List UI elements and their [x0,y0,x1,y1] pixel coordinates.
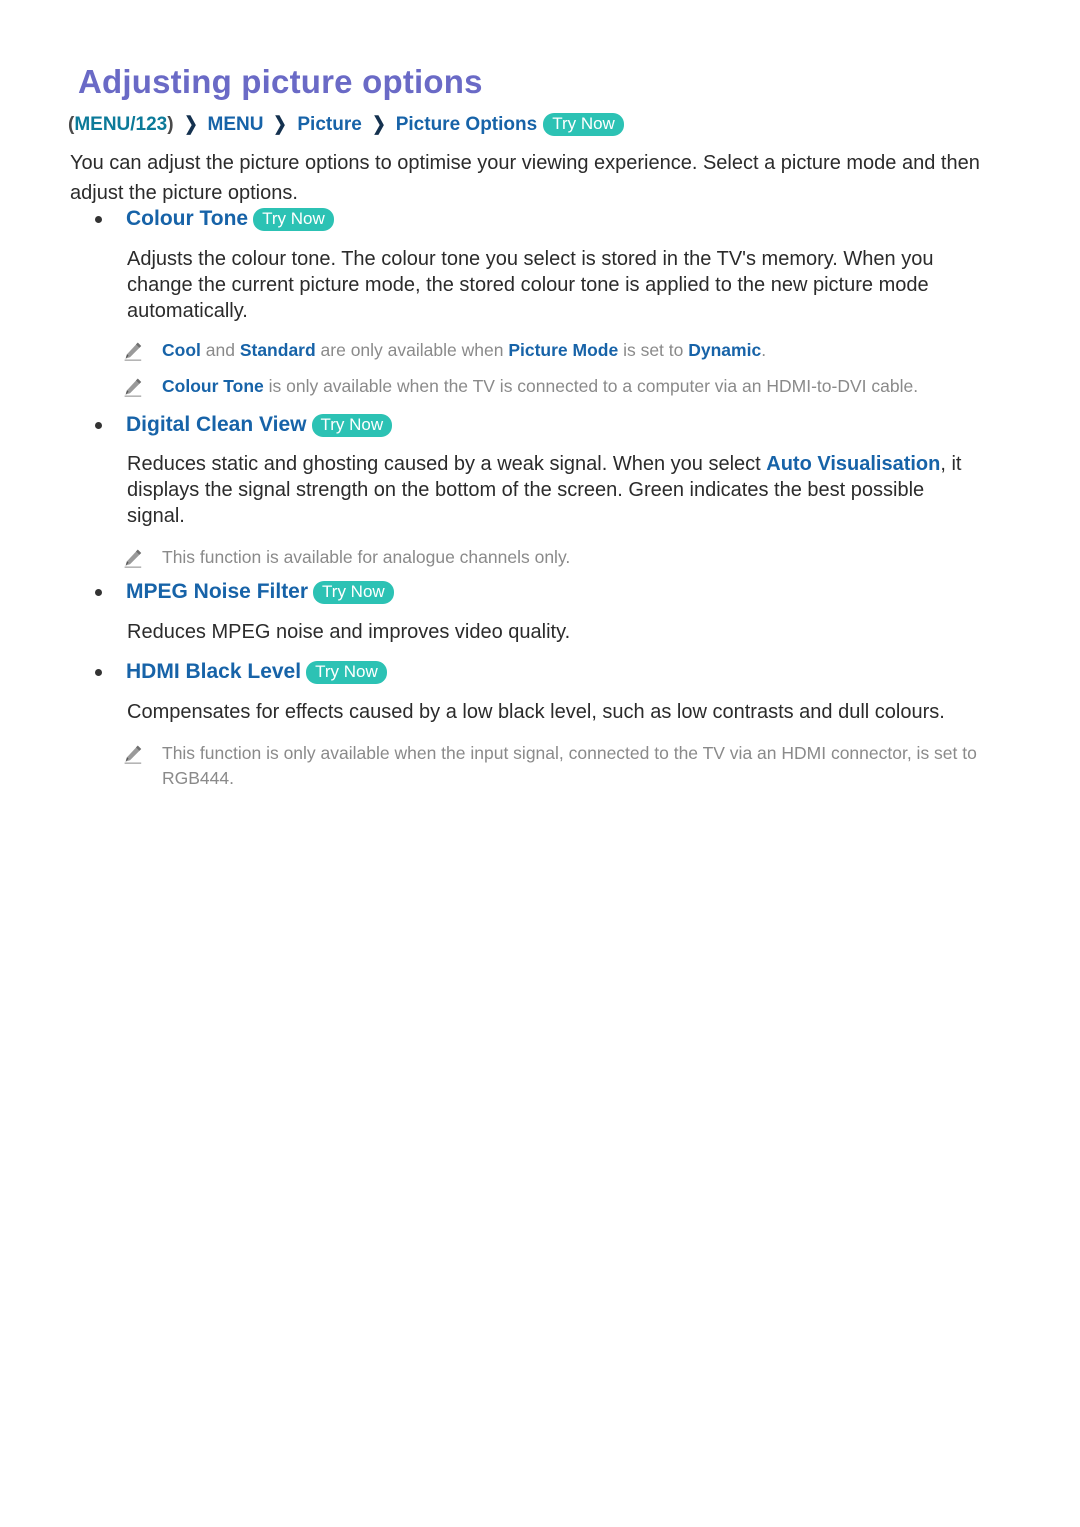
note-plain: is only available when the TV is connect… [263,376,919,396]
section-body-hdmi-black-level: Compensates for effects caused by a low … [127,701,945,723]
try-now-badge[interactable]: Try Now [253,207,334,231]
note-text: This function is available for analogue … [162,547,571,567]
note-text: This function is only available when the… [162,743,977,788]
section-heading-label: HDMI Black Level [126,660,302,683]
breadcrumb-item-menu123[interactable]: MENU/123 [74,114,167,136]
section-heading-label: MPEG Noise Filter [126,580,309,603]
section-heading-label: Digital Clean View [126,413,307,436]
section-heading-label: Colour Tone [126,207,249,230]
bullet-dot-icon [95,421,102,429]
breadcrumb: (MENU/123) ❯ MENU ❯ Picture ❯ Picture Op… [68,113,624,136]
section-body-digital-clean-view: Reduces static and ghosting caused by a … [127,451,987,529]
body-plain: Reduces static and ghosting caused by a … [127,453,767,475]
breadcrumb-item-picture[interactable]: Picture [297,114,361,136]
try-now-badge[interactable]: Try Now [306,660,387,684]
chevron-right-icon: ❯ [273,114,288,135]
note-row: Cool and Standard are only available whe… [122,338,1022,363]
chevron-right-icon: ❯ [183,114,198,135]
note-highlight: Colour Tone [162,376,264,396]
try-now-badge[interactable]: Try Now [543,113,624,136]
note-highlight: Picture Mode [508,340,619,360]
chevron-right-icon: ❯ [371,114,386,135]
note-text: Colour Tone is only available when the T… [162,374,918,399]
section-heading-hdmi-black-level: HDMI Black Level Try Now [95,660,387,684]
note-highlight: Dynamic [688,340,762,360]
note-row: Colour Tone is only available when the T… [122,374,1022,399]
bullet-dot-icon [95,668,102,676]
body-highlight: Auto Visualisation [766,453,941,475]
section-heading-digital-clean-view: Digital Clean View Try Now [95,413,393,437]
section-body-mpeg-noise-filter: Reduces MPEG noise and improves video qu… [127,621,571,643]
breadcrumb-item-picture-options[interactable]: Picture Options [396,114,537,136]
note-row: This function is only available when the… [122,741,1027,791]
pencil-icon [122,547,144,569]
note-highlight: Standard [239,340,316,360]
note-plain: is set to [618,340,689,360]
document-page: Adjusting picture options (MENU/123) ❯ M… [0,0,1080,1527]
note-row: This function is available for analogue … [122,545,1022,570]
breadcrumb-close-paren: ) [167,113,174,135]
note-highlight: Cool [162,340,201,360]
page-title: Adjusting picture options [78,63,483,100]
section-heading-colour-tone: Colour Tone Try Now [95,207,334,231]
note-plain: and [200,340,240,360]
try-now-badge[interactable]: Try Now [311,413,393,437]
intro-paragraph: You can adjust the picture options to op… [70,152,980,204]
try-now-badge[interactable]: Try Now [313,580,394,604]
bullet-dot-icon [95,215,102,223]
pencil-icon [122,743,144,765]
section-heading-mpeg-noise-filter: MPEG Noise Filter Try Now [95,580,394,604]
breadcrumb-item-menu[interactable]: MENU [208,114,264,136]
note-plain: . [761,340,767,360]
note-plain: are only available when [315,340,509,360]
bullet-dot-icon [95,588,102,596]
pencil-icon [122,340,144,362]
note-text: Cool and Standard are only available whe… [162,338,766,363]
pencil-icon [122,376,144,398]
section-body-colour-tone: Adjusts the colour tone. The colour tone… [127,248,934,322]
